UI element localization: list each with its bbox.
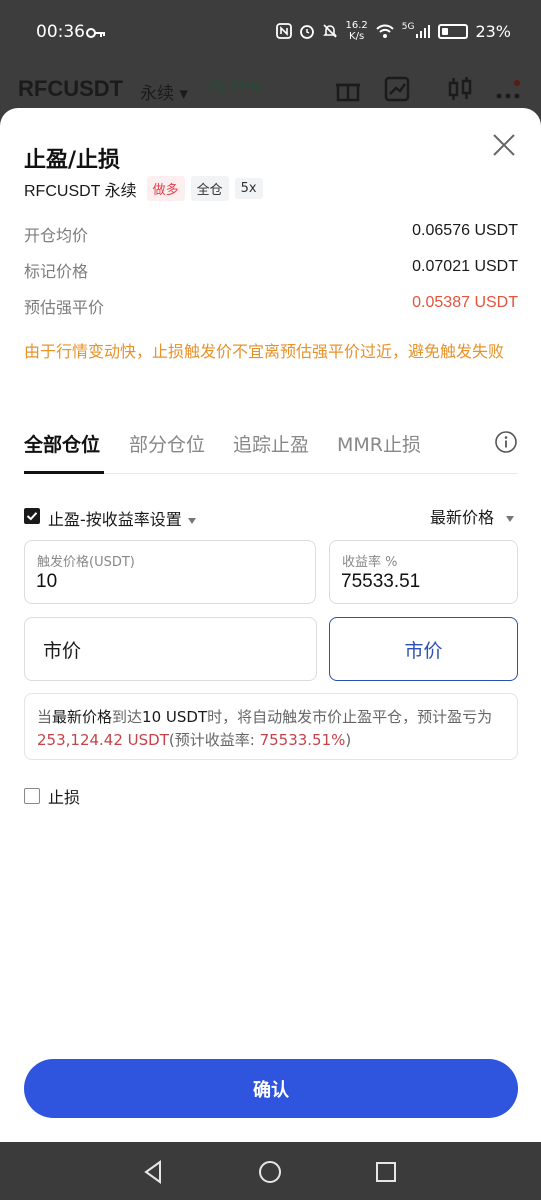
yield-rate-label: 收益率 % <box>342 555 398 570</box>
status-icons: 16.2 K/s 5G 23% <box>276 20 511 42</box>
background-contract-type: 永续 ▾ <box>140 84 188 104</box>
candlestick-icon <box>448 77 472 100</box>
alarm-icon <box>300 25 315 39</box>
mute-icon <box>323 24 338 38</box>
take-profit-checkbox[interactable] <box>24 508 40 524</box>
trigger-price-input[interactable] <box>36 571 196 593</box>
wifi-icon <box>376 24 394 38</box>
chevron-down-icon <box>506 515 514 522</box>
position-summary: RFCUSDT 永续 做多 全仓 5x <box>24 176 263 201</box>
check-icon <box>26 512 38 521</box>
price-type-dropdown[interactable]: 最新价格 <box>430 504 514 528</box>
yield-rate-field[interactable]: 收益率 % <box>329 540 518 604</box>
back-icon[interactable] <box>140 1158 168 1186</box>
tab-all-positions[interactable]: 全部仓位 <box>24 430 100 457</box>
nfc-icon <box>276 23 293 39</box>
market-order-button[interactable]: 市价 <box>329 617 518 681</box>
take-profit-row: 止盈-按收益率设置 最新价格 <box>24 504 518 530</box>
tab-trailing-take-profit[interactable]: 追踪止盈 <box>233 430 309 457</box>
tab-partial-positions[interactable]: 部分仓位 <box>129 430 205 457</box>
trigger-price-label: 触发价格(USDT) <box>37 555 135 570</box>
network-type: 5G <box>401 22 415 32</box>
status-bar: 00:36 16.2 K/s 5G 23% <box>0 0 541 64</box>
confirm-button[interactable]: 确认 <box>24 1059 518 1118</box>
liquidation-warning: 由于行情变动快，止损触发价不宜离预估强平价过近，避免触发失败 <box>24 342 505 361</box>
info-icon[interactable] <box>494 430 518 454</box>
sheet-title: 止盈/止损 <box>24 148 121 173</box>
chart-icon <box>384 76 410 102</box>
position-symbol: RFCUSDT 永续 <box>24 182 137 200</box>
recents-icon[interactable] <box>372 1158 400 1186</box>
leverage-tag: 5x <box>234 178 263 199</box>
margin-mode-tag: 全仓 <box>190 176 229 201</box>
system-nav-bar <box>0 1142 541 1200</box>
take-profit-mode-dropdown[interactable]: 止盈-按收益率设置 <box>48 506 196 530</box>
background-symbol: RFCUSDT <box>18 76 124 101</box>
network-speed: 16.2 K/s <box>345 20 368 42</box>
info-row-entry-price: 开仓均价 0.06576 USDT <box>24 222 518 245</box>
status-time: 00:36 <box>36 22 85 42</box>
info-row-liquidation-price: 预估强平价 0.05387 USDT <box>24 294 518 317</box>
take-profit-summary: 当最新价格到达10 USDT时，将自动触发市价止盈平仓，预计盈亏为253,124… <box>24 693 518 760</box>
info-row-mark-price: 标记价格 0.07021 USDT <box>24 258 518 281</box>
yield-rate-input[interactable] <box>341 571 501 593</box>
gift-icon <box>336 83 360 102</box>
close-icon[interactable] <box>491 132 517 158</box>
active-tab-indicator <box>24 471 104 474</box>
tp-sl-tabs: 全部仓位 部分仓位 追踪止盈 MMR止损 <box>24 424 518 474</box>
stop-loss-checkbox[interactable] <box>24 788 40 804</box>
side-tag: 做多 <box>146 176 185 201</box>
signal-icon <box>416 25 431 38</box>
order-type-input[interactable]: 市价 <box>24 617 317 681</box>
stop-loss-label[interactable]: 止损 <box>48 784 80 808</box>
chevron-down-icon <box>187 517 196 524</box>
tab-mmr-stop-loss[interactable]: MMR止损 <box>337 430 421 457</box>
key-icon <box>86 28 105 38</box>
more-icon <box>496 80 520 99</box>
tp-sl-sheet: 止盈/止损 RFCUSDT 永续 做多 全仓 5x 开仓均价 0.06576 U… <box>0 108 541 1142</box>
battery-icon <box>438 23 469 39</box>
background-change: -20.21% <box>202 79 262 96</box>
home-icon[interactable] <box>256 1158 284 1186</box>
trigger-price-field[interactable]: 触发价格(USDT) <box>24 540 316 604</box>
battery-level: 23% <box>475 21 511 41</box>
